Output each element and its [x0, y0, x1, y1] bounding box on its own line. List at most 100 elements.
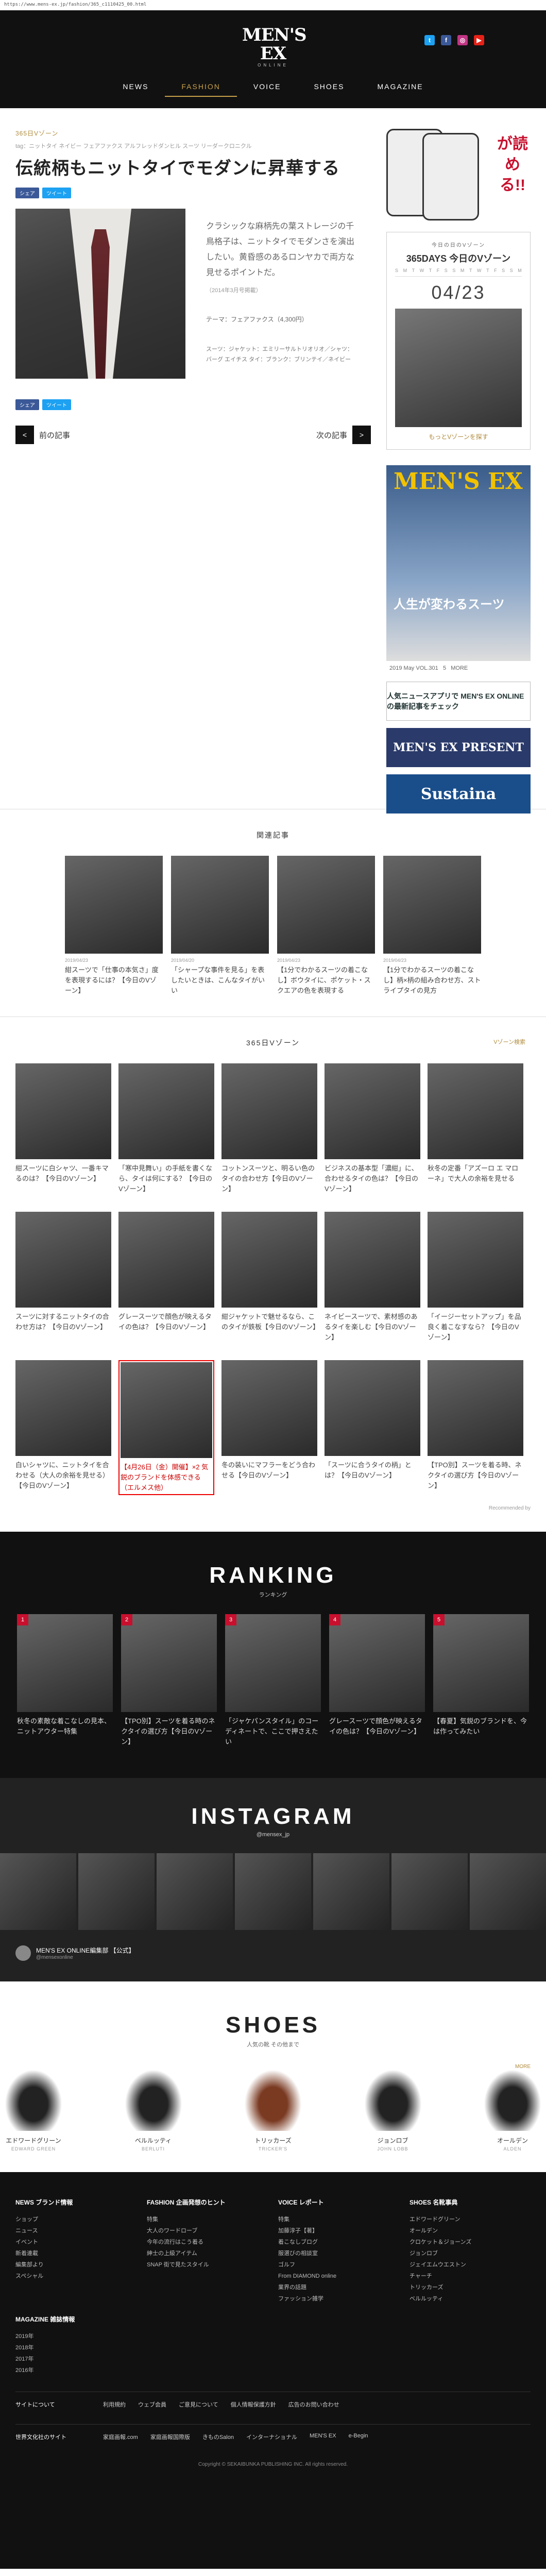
footer-link[interactable]: ショップ: [15, 2214, 136, 2225]
instagram-post[interactable]: [313, 1853, 389, 1930]
footer-link[interactable]: きものSalon: [202, 2433, 234, 2441]
footer-link[interactable]: イベント: [15, 2236, 136, 2248]
app-promo[interactable]: が読める!!: [386, 129, 531, 222]
footer-link[interactable]: エドワードグリーン: [410, 2214, 531, 2225]
facebook-share-button[interactable]: シェア: [15, 188, 39, 198]
instagram-icon[interactable]: ◎: [457, 35, 468, 45]
calendar-day[interactable]: M: [403, 268, 407, 273]
instagram-account[interactable]: MEN'S EX ONLINE編集部 【公式】 @mensexonline: [0, 1945, 546, 1961]
vzone-card[interactable]: 紺スーツに白シャツ、一番キマるのは？【今日のVゾーン】: [15, 1063, 111, 1194]
footer-link[interactable]: 2018年: [15, 2342, 136, 2353]
vzone-card[interactable]: 「寒中見舞い」の手紙を書くなら、タイは何にする？【今日のVゾーン】: [118, 1063, 214, 1194]
vzone-more-link[interactable]: もっとVゾーンを探す: [395, 432, 522, 441]
footer-link[interactable]: MEN'S EX: [310, 2433, 336, 2441]
vzone-card[interactable]: 紺ジャケットで魅せるなら、このタイが鉄板【今日のVゾーン】: [221, 1212, 319, 1343]
vzone-card[interactable]: コットンスーツと、明るい色のタイの合わせ方【今日のVゾーン】: [221, 1063, 317, 1194]
facebook-icon[interactable]: f: [441, 35, 451, 45]
ranking-card[interactable]: 2 【TPO別】スーツを着る時のネクタイの選び方【今日のVゾーン】: [121, 1614, 217, 1747]
article-category[interactable]: 365日Vゾーン: [15, 129, 371, 138]
calendar-day[interactable]: T: [412, 268, 415, 273]
footer-link[interactable]: ニュース: [15, 2225, 136, 2236]
shoe-brand[interactable]: ジョンロブ JOHN LOBB: [359, 2064, 426, 2151]
calendar-day[interactable]: T: [469, 268, 472, 273]
footer-link[interactable]: 今年の流行はこう着る: [147, 2236, 268, 2248]
calendar-day[interactable]: F: [494, 268, 497, 273]
ranking-card[interactable]: 5 【春夏】気鋭のブランドを、今は作ってみたい: [433, 1614, 529, 1747]
footer-link[interactable]: 業界の話題: [278, 2282, 399, 2293]
instagram-post[interactable]: [470, 1853, 546, 1930]
calendar-strip[interactable]: SMTWTFSSMTWTFSSM: [395, 268, 522, 277]
footer-link[interactable]: オールデン: [410, 2225, 531, 2236]
footer-link[interactable]: 新着連載: [15, 2248, 136, 2259]
vzone-search-link[interactable]: Vゾーン検索: [493, 1038, 525, 1046]
ranking-card[interactable]: 1 秋冬の素敵な着こなしの見本、ニットアウター特集: [17, 1614, 113, 1747]
calendar-day[interactable]: T: [486, 268, 489, 273]
footer-link[interactable]: 特集: [278, 2214, 399, 2225]
footer-link[interactable]: ジョンロブ: [410, 2248, 531, 2259]
vzone-card[interactable]: 冬の装いにマフラーをどう合わせる【今日のVゾーン】: [221, 1360, 317, 1495]
shoes-more-link[interactable]: MORE: [515, 2064, 531, 2070]
footer-link[interactable]: 家庭画報.com: [103, 2433, 138, 2441]
magazine-more-link[interactable]: MORE: [451, 665, 468, 671]
vzone-card[interactable]: 【TPO別】スーツを着る時、ネクタイの選び方【今日のVゾーン】: [428, 1360, 523, 1495]
next-article-link[interactable]: 次の記事 >: [316, 426, 371, 444]
footer-link[interactable]: 2016年: [15, 2365, 136, 2376]
vzone-card[interactable]: 【4月26日（金）開催】×2 気鋭のブランドを体感できる（エルメス他）: [118, 1360, 214, 1495]
footer-link[interactable]: ご意見について: [179, 2400, 218, 2409]
footer-link[interactable]: 2017年: [15, 2353, 136, 2365]
footer-link[interactable]: ウェブ会員: [138, 2400, 166, 2409]
nav-item-shoes[interactable]: SHOES: [297, 77, 361, 97]
related-card[interactable]: 2019/04/23 紺スーツで「仕事の本気さ」度を表現するには？【今日のVゾーン…: [65, 856, 163, 996]
shoe-brand[interactable]: オールデン ALDEN: [479, 2064, 546, 2151]
prev-article-link[interactable]: < 前の記事: [15, 426, 70, 444]
footer-link[interactable]: 特集: [147, 2214, 268, 2225]
footer-link[interactable]: 着こなしブログ: [278, 2236, 399, 2248]
footer-link[interactable]: ゴルフ: [278, 2259, 399, 2270]
calendar-day[interactable]: M: [460, 268, 465, 273]
related-card[interactable]: 2019/04/23 【1分でわかるスーツの着こなし】ボウタイに、ポケット・スクエ…: [277, 856, 375, 996]
footer-link[interactable]: From DIAMOND online: [278, 2270, 399, 2282]
ranking-card[interactable]: 4 グレースーツで顔色が映えるタイの色は？【今日のVゾーン】: [329, 1614, 425, 1747]
calendar-day[interactable]: S: [452, 268, 455, 273]
shoe-brand[interactable]: エドワードグリーン EDWARD GREEN: [0, 2064, 67, 2151]
calendar-day[interactable]: S: [510, 268, 513, 273]
calendar-day[interactable]: M: [518, 268, 522, 273]
footer-link[interactable]: 個人情報保護方針: [231, 2400, 276, 2409]
vzone-card[interactable]: スーツに対するニットタイの合わせ方は？【今日のVゾーン】: [15, 1212, 111, 1343]
instagram-post[interactable]: [78, 1853, 155, 1930]
nav-item-voice[interactable]: VOICE: [237, 77, 298, 97]
footer-link[interactable]: スペシャル: [15, 2270, 136, 2282]
calendar-day[interactable]: F: [437, 268, 440, 273]
shoe-brand[interactable]: トリッカーズ TRICKER'S: [240, 2064, 306, 2151]
vzone-card[interactable]: グレースーツで顔色が映えるタイの色は？【今日のVゾーン】: [118, 1212, 214, 1343]
calendar-day[interactable]: S: [445, 268, 448, 273]
footer-link[interactable]: SNAP 街で見たスタイル: [147, 2259, 268, 2270]
youtube-icon[interactable]: ▶: [474, 35, 484, 45]
vzone-card[interactable]: 白いシャツに、ニットタイを合わせる（大人の余裕を見せる）【今日のVゾーン】: [15, 1360, 111, 1495]
footer-link[interactable]: チャーチ: [410, 2270, 531, 2282]
related-card[interactable]: 2019/04/20 「シャープな事件を見る」を表したいときは、こんなタイがいい: [171, 856, 269, 996]
magazine-cover[interactable]: MEN'S EX 人生が変わるスーツ: [386, 465, 531, 661]
sustaina-banner[interactable]: Sustaina: [386, 774, 531, 814]
footer-link[interactable]: e-Begin: [349, 2433, 368, 2441]
facebook-share-button[interactable]: シェア: [15, 399, 39, 410]
twitter-share-button[interactable]: ツイート: [42, 399, 71, 410]
related-card[interactable]: 2019/04/23 【1分でわかるスーツの着こなし】柄×柄の組み合わせ方、ストラ…: [383, 856, 481, 996]
twitter-share-button[interactable]: ツイート: [42, 188, 71, 198]
footer-link[interactable]: インターナショナル: [246, 2433, 297, 2441]
nav-item-news[interactable]: NEWS: [106, 77, 165, 97]
vzone-card[interactable]: ネイビースーツで、素材感のあるタイを楽しむ【今日のVゾーン】: [325, 1212, 420, 1343]
instagram-post[interactable]: [157, 1853, 233, 1930]
vzone-card[interactable]: ビジネスの基本型「濃紺」に、合わせるタイの色は？【今日のVゾーン】: [325, 1063, 420, 1194]
nav-item-magazine[interactable]: MAGAZINE: [361, 77, 439, 97]
nav-item-fashion[interactable]: FASHION: [165, 77, 237, 97]
footer-link[interactable]: 大人のワードローブ: [147, 2225, 268, 2236]
instagram-post[interactable]: [235, 1853, 311, 1930]
footer-link[interactable]: 広告のお問い合わせ: [288, 2400, 339, 2409]
vzone-card[interactable]: 「スーツに合うタイの柄」とは？【今日のVゾーン】: [325, 1360, 420, 1495]
vzone-card[interactable]: 「イージーセットアップ」を品良く着こなすなら？【今日のVゾーン】: [428, 1212, 523, 1343]
footer-link[interactable]: 家庭画報国際版: [150, 2433, 190, 2441]
footer-link[interactable]: ベルルッティ: [410, 2293, 531, 2304]
present-banner[interactable]: MEN'S EX PRESENT: [386, 728, 531, 767]
footer-link[interactable]: 2019年: [15, 2331, 136, 2342]
